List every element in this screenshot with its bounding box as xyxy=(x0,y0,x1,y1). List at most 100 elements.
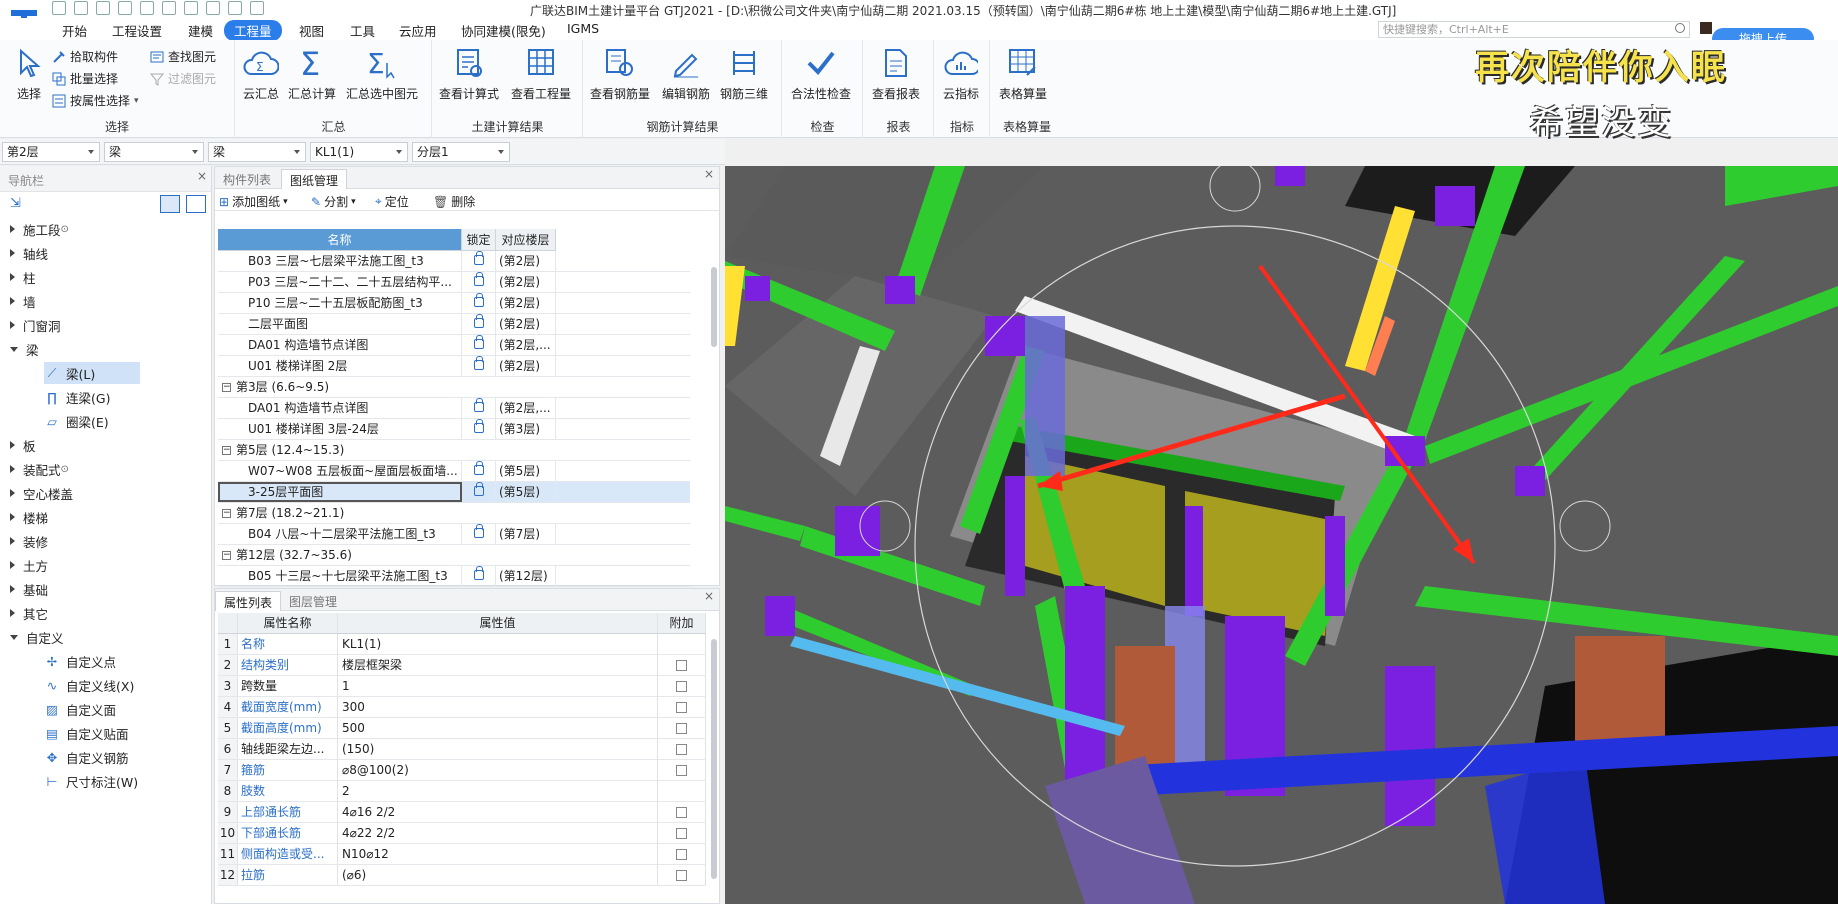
lock-cell[interactable] xyxy=(462,356,496,376)
drawing-row[interactable]: DA01 构造墙节点详图 (第2层,... xyxy=(218,335,690,356)
lock-cell[interactable] xyxy=(462,335,496,355)
chevron-right-icon[interactable] xyxy=(10,225,15,233)
lock-icon[interactable] xyxy=(473,482,484,496)
close-icon[interactable]: × xyxy=(197,169,207,183)
lock-icon[interactable] xyxy=(473,251,484,265)
menu-collab[interactable]: 协同建模(限免) xyxy=(461,21,546,40)
menu-cloud[interactable]: 云应用 xyxy=(399,21,437,40)
lock-icon[interactable] xyxy=(473,272,484,286)
menu-quantity[interactable]: 工程量 xyxy=(224,20,282,41)
property-value[interactable]: 1 xyxy=(338,676,658,696)
pick-component-button[interactable]: 拾取构件 xyxy=(52,48,118,65)
nav-sub-item[interactable]: ⟋ 梁(L) xyxy=(44,362,140,384)
view-quantity-button[interactable]: 查看工程量 xyxy=(511,44,571,102)
nav-item[interactable]: 土方 xyxy=(10,554,48,576)
property-value[interactable]: 300 xyxy=(338,697,658,717)
nav-item[interactable]: 装修 xyxy=(10,530,48,552)
nav-item[interactable]: 梁 xyxy=(10,338,39,360)
col-name[interactable]: 名称 xyxy=(218,229,462,251)
lock-icon[interactable] xyxy=(473,398,484,412)
nav-item[interactable]: 门窗洞 xyxy=(10,314,61,336)
type-select[interactable]: 梁 xyxy=(208,142,306,162)
property-value[interactable]: 4⌀16 2/2 xyxy=(338,802,658,822)
select-button[interactable]: 选择 xyxy=(10,44,48,102)
collapse-icon[interactable]: − xyxy=(222,383,231,392)
chevron-right-icon[interactable] xyxy=(10,489,15,497)
lock-cell[interactable] xyxy=(462,566,496,586)
chevron-right-icon[interactable] xyxy=(10,321,15,329)
nav-item[interactable]: 施工段 ⊙ xyxy=(10,218,69,240)
floor-group-row[interactable]: − 第3层 (6.6~9.5) xyxy=(218,377,690,398)
drawing-row[interactable]: U01 楼梯详图 3层-24层 (第3层) xyxy=(218,419,690,440)
drawing-row[interactable]: B04 八层~十二层梁平法施工图_t3 (第7层) xyxy=(218,524,690,545)
property-value[interactable]: 2 xyxy=(338,781,658,801)
grid-icon[interactable] xyxy=(250,1,264,15)
property-row[interactable]: 5 截面高度(mm) 500 xyxy=(218,718,706,739)
nav-sub-item[interactable]: ▨ 自定义面 xyxy=(44,698,116,720)
property-value[interactable]: (150) xyxy=(338,739,658,759)
select-by-attr-button[interactable]: 按属性选择 ▾ xyxy=(52,92,139,109)
folder-icon[interactable] xyxy=(96,1,110,15)
chevron-right-icon[interactable] xyxy=(10,249,15,257)
lock-cell[interactable] xyxy=(462,398,496,418)
lock-icon[interactable] xyxy=(473,335,484,349)
property-row[interactable]: 6 轴线距梁左边... (150) xyxy=(218,739,706,760)
lock-cell[interactable] xyxy=(462,482,496,502)
lock-icon[interactable] xyxy=(473,566,484,580)
rebar-3d-button[interactable]: 钢筋三维 xyxy=(720,44,768,102)
chevron-right-icon[interactable] xyxy=(10,609,15,617)
extra-checkbox[interactable] xyxy=(676,764,687,776)
lock-icon[interactable] xyxy=(473,356,484,370)
chevron-right-icon[interactable] xyxy=(10,585,15,593)
cloud-index-button[interactable]: 云指标 xyxy=(942,44,980,102)
property-value[interactable]: KL1(1) xyxy=(338,634,658,654)
nav-sub-item[interactable]: ∏ 连梁(G) xyxy=(44,386,110,408)
sum-icon[interactable] xyxy=(184,1,198,15)
property-value[interactable]: N10⌀12 xyxy=(338,844,658,864)
extra-checkbox[interactable] xyxy=(676,869,687,881)
nav-sub-item[interactable]: ∿ 自定义线(X) xyxy=(44,674,135,696)
property-value[interactable]: 4⌀22 2/2 xyxy=(338,823,658,843)
property-row[interactable]: 8 肢数 2 xyxy=(218,781,706,802)
property-row[interactable]: 2 结构类别 楼层框架梁 xyxy=(218,655,706,676)
model-3d-canvas[interactable] xyxy=(725,166,1838,904)
menu-project-settings[interactable]: 工程设置 xyxy=(112,21,162,40)
cloud-sum-button[interactable]: Σ 云汇总 xyxy=(242,44,280,102)
lock-icon[interactable] xyxy=(473,293,484,307)
nav-item[interactable]: 楼梯 xyxy=(10,506,48,528)
category-select[interactable]: 梁 xyxy=(104,142,204,162)
tab-component-list[interactable]: 构件列表 xyxy=(215,169,279,189)
nav-item[interactable]: 墙 xyxy=(10,290,36,312)
extra-checkbox[interactable] xyxy=(676,743,687,755)
extra-checkbox[interactable] xyxy=(676,722,687,734)
tab-layer-management[interactable]: 图层管理 xyxy=(281,591,345,611)
nav-item[interactable]: 其它 xyxy=(10,602,48,624)
chevron-right-icon[interactable] xyxy=(10,441,15,449)
property-row[interactable]: 4 截面宽度(mm) 300 xyxy=(218,697,706,718)
extra-checkbox[interactable] xyxy=(676,806,687,818)
nav-sub-item[interactable]: ✢ 自定义点 xyxy=(44,650,116,672)
property-row[interactable]: 11 侧面构造或受... N10⌀12 xyxy=(218,844,706,865)
drawing-row[interactable]: U01 楼梯详图 2层 (第2层) xyxy=(218,356,690,377)
extra-checkbox[interactable] xyxy=(676,659,687,671)
collapse-icon[interactable]: − xyxy=(222,446,231,455)
sum-selected-button[interactable]: Σ 汇总选中图元 xyxy=(346,44,418,102)
extra-checkbox[interactable] xyxy=(676,701,687,713)
batch-select-button[interactable]: 批量选择 xyxy=(52,70,118,87)
nav-item[interactable]: 自定义 xyxy=(10,626,64,648)
extra-checkbox[interactable] xyxy=(676,827,687,839)
view-formula-button[interactable]: 查看计算式 xyxy=(439,44,499,102)
split-button[interactable]: ✎ 分割 ▾ xyxy=(311,193,356,210)
draw-icon[interactable] xyxy=(228,1,242,15)
find-element-button[interactable]: 查找图元 xyxy=(150,48,216,65)
shortcut-search-input[interactable]: 快捷键搜索，Ctrl+Alt+E xyxy=(1378,21,1690,38)
component-select[interactable]: KL1(1) xyxy=(310,142,408,162)
drawing-row[interactable]: 二层平面图 (第2层) xyxy=(218,314,690,335)
close-icon[interactable]: × xyxy=(704,167,714,181)
undo-icon[interactable] xyxy=(140,1,154,15)
extra-checkbox[interactable] xyxy=(676,680,687,692)
lock-cell[interactable] xyxy=(462,272,496,292)
drawing-row[interactable]: B05 十三层~十七层梁平法施工图_t3 (第12层) xyxy=(218,566,690,587)
menu-igms[interactable]: IGMS xyxy=(567,21,599,36)
property-row[interactable]: 3 跨数量 1 xyxy=(218,676,706,697)
